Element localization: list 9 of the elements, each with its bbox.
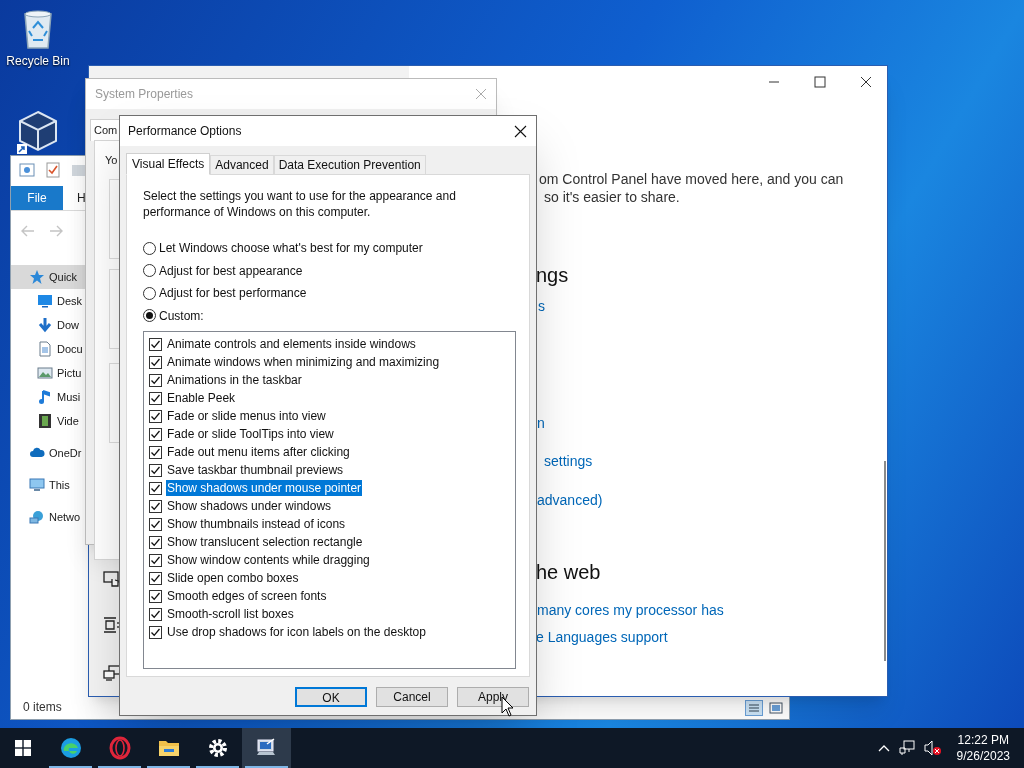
section-heading: he web xyxy=(536,560,601,585)
window-title: Performance Options xyxy=(128,123,242,140)
intro-text: Yo xyxy=(105,153,118,168)
section-heading: ngs xyxy=(536,263,569,288)
description-text: so it's easier to share. xyxy=(543,188,681,206)
description-text: Select the settings you want to use for the appearance and performance of Windows on this computer. xyxy=(143,188,457,220)
window-title: System Properties xyxy=(95,86,194,103)
status-text: 0 items xyxy=(23,699,62,716)
description-text: om Control Panel have moved here, and you can xyxy=(539,170,844,188)
